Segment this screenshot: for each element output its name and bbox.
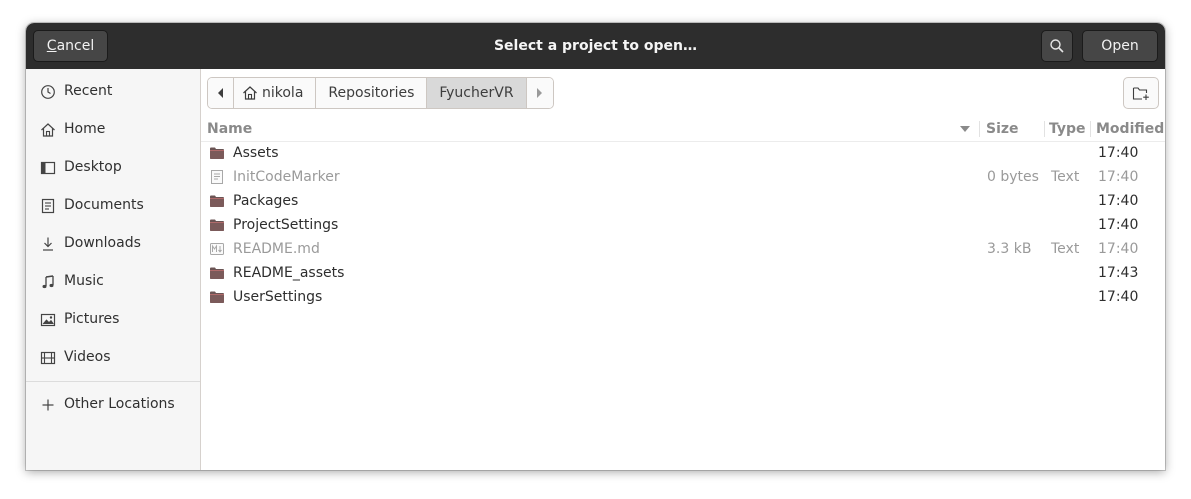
table-row[interactable]: ProjectSettings 17:40 (201, 213, 1165, 237)
home-icon (41, 123, 55, 137)
folder-icon (210, 195, 224, 207)
file-name: ProjectSettings (233, 217, 339, 233)
path-segment-home[interactable]: nikola (234, 78, 317, 108)
file-modified: 17:40 (1098, 169, 1139, 185)
sidebar-item-pictures[interactable]: Pictures (26, 301, 200, 337)
sidebar-item-label: Home (64, 121, 106, 137)
sidebar-item-label: Documents (64, 197, 144, 213)
desktop-icon (40, 161, 56, 175)
sidebar-item-music[interactable]: Music (26, 263, 200, 299)
music-note-icon (42, 275, 54, 289)
file-name: Assets (233, 145, 279, 161)
file-modified: 17:40 (1098, 241, 1139, 257)
file-modified: 17:40 (1098, 217, 1139, 233)
table-row[interactable]: README.md 3.3 kB Text 17:40 (201, 237, 1165, 261)
file-type: Text (1051, 169, 1080, 185)
column-modified-header[interactable]: Modified (1096, 117, 1164, 141)
text-file-icon (211, 170, 223, 184)
path-scroll-left-button[interactable] (208, 78, 234, 108)
sidebar-item-label: Downloads (64, 235, 141, 251)
home-icon (243, 86, 257, 100)
cancel-button[interactable]: Cancel (33, 30, 108, 62)
table-row[interactable]: InitCodeMarker 0 bytes Text 17:40 (201, 165, 1165, 189)
picture-icon (40, 313, 56, 327)
column-separator[interactable] (1090, 121, 1091, 137)
sidebar-item-recent[interactable]: Recent (26, 73, 200, 109)
path-scroll-right-button[interactable] (526, 78, 553, 108)
cancel-mnemonic: C (46, 38, 57, 54)
folder-icon (210, 291, 224, 303)
sidebar-item-desktop[interactable]: Desktop (26, 149, 200, 185)
chevron-right-icon (536, 88, 542, 98)
column-separator[interactable] (1044, 121, 1045, 137)
sidebar-item-label: Pictures (64, 311, 120, 327)
sidebar-item-label: Music (64, 273, 104, 289)
search-icon (1050, 39, 1064, 53)
file-size: 0 bytes (987, 169, 1039, 185)
folder-icon (210, 219, 224, 231)
table-row[interactable]: Packages 17:40 (201, 189, 1165, 213)
file-list: Assets 17:40 InitCodeMarker 0 bytes Text… (201, 141, 1165, 309)
new-folder-icon (1132, 87, 1149, 100)
download-icon (43, 237, 53, 251)
plus-icon (42, 399, 54, 411)
sidebar-item-other-locations[interactable]: Other Locations (26, 386, 200, 422)
open-button[interactable]: Open (1082, 30, 1158, 62)
sidebar-item-videos[interactable]: Videos (26, 339, 200, 375)
folder-icon (210, 267, 224, 279)
film-icon (40, 351, 56, 365)
file-modified: 17:40 (1098, 289, 1139, 305)
sidebar-item-label: Recent (64, 83, 113, 99)
header-bar: Cancel Select a project to open… Open (26, 23, 1165, 69)
path-segment-repositories[interactable]: Repositories (316, 78, 428, 108)
folder-icon (210, 147, 224, 159)
sidebar-item-label: Other Locations (64, 396, 175, 412)
file-chooser-dialog: Cancel Select a project to open… Open Re… (26, 23, 1165, 470)
file-name: README_assets (233, 265, 345, 281)
path-segment-label: nikola (262, 85, 304, 101)
column-separator[interactable] (979, 121, 980, 137)
path-segment-current[interactable]: FyucherVR (427, 78, 527, 108)
markdown-file-icon (210, 243, 224, 255)
file-name: UserSettings (233, 289, 323, 305)
column-type-header[interactable]: Type (1049, 117, 1086, 141)
path-bar: nikola Repositories FyucherVR (207, 77, 554, 109)
sidebar-item-label: Videos (64, 349, 111, 365)
file-size: 3.3 kB (987, 241, 1032, 257)
file-name: InitCodeMarker (233, 169, 340, 185)
table-row[interactable]: README_assets 17:43 (201, 261, 1165, 285)
sidebar-item-documents[interactable]: Documents (26, 187, 200, 223)
table-row[interactable]: Assets 17:40 (201, 141, 1165, 165)
dialog-title: Select a project to open… (493, 38, 698, 54)
cancel-label: ancel (56, 38, 95, 54)
table-row[interactable]: UserSettings 17:40 (201, 285, 1165, 309)
sidebar-item-home[interactable]: Home (26, 111, 200, 147)
file-modified: 17:40 (1098, 193, 1139, 209)
sidebar-separator (26, 381, 200, 382)
column-size-header[interactable]: Size (986, 117, 1019, 141)
column-header: Name Size Type Modified (201, 117, 1165, 142)
sort-descending-icon[interactable] (959, 123, 971, 135)
clock-icon (41, 85, 55, 99)
file-name: Packages (233, 193, 299, 209)
file-name: README.md (233, 241, 320, 257)
sidebar-item-label: Desktop (64, 159, 122, 175)
chevron-left-icon (218, 88, 223, 98)
sidebar-item-downloads[interactable]: Downloads (26, 225, 200, 261)
places-sidebar: Recent Home Desktop Documents Downloads … (26, 69, 201, 470)
search-button[interactable] (1041, 30, 1073, 62)
column-name-header[interactable]: Name (207, 117, 252, 141)
document-icon (41, 198, 55, 214)
file-type: Text (1051, 241, 1080, 257)
file-modified: 17:40 (1098, 145, 1139, 161)
file-browser: nikola Repositories FyucherVR Name Size … (201, 69, 1165, 470)
new-folder-button[interactable] (1123, 77, 1159, 109)
file-modified: 17:43 (1098, 265, 1139, 281)
